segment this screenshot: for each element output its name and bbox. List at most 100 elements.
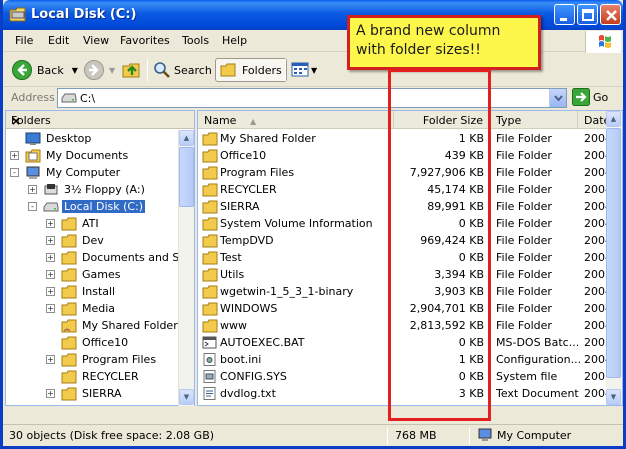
scroll-down-icon[interactable]: ▼ [179, 389, 194, 405]
tree-item[interactable]: My Shared Folder [46, 317, 178, 334]
tree-item[interactable]: + ATI [46, 215, 101, 232]
tree-item[interactable]: + Games [46, 266, 122, 283]
forward-dropdown-icon[interactable]: ▼ [109, 66, 115, 75]
tree-item-label: Install [82, 285, 116, 298]
maximize-button[interactable] [577, 4, 598, 25]
folders-button[interactable]: Folders [215, 58, 287, 82]
go-button[interactable]: Go [572, 88, 608, 106]
tree-item[interactable]: - My Computer [10, 164, 122, 181]
file-name: SIERRA [220, 200, 260, 213]
file-name: System Volume Information [220, 217, 373, 230]
menu-edit[interactable]: Edit [48, 34, 69, 47]
collapse-icon[interactable]: - [28, 202, 37, 211]
window-title: Local Disk (C:) [31, 7, 137, 22]
my-computer-icon [478, 428, 492, 441]
file-type: File Folder [496, 149, 552, 162]
collapse-icon[interactable]: - [10, 168, 19, 177]
scroll-thumb[interactable] [606, 128, 621, 378]
address-bar: Address C:\ Go [3, 87, 623, 109]
tree-item[interactable]: Desktop [10, 130, 93, 147]
folder-icon [202, 166, 218, 180]
folder-icon [61, 217, 77, 231]
views-dropdown-icon[interactable]: ▼ [311, 66, 317, 75]
tree-item-label: My Shared Folder [82, 319, 178, 332]
expand-icon[interactable]: + [46, 253, 55, 262]
folder-icon [61, 251, 77, 265]
expand-icon[interactable]: + [46, 287, 55, 296]
scroll-up-icon[interactable]: ▲ [179, 130, 194, 146]
folder-icon [202, 302, 218, 316]
search-button[interactable]: Search [153, 58, 212, 82]
views-button[interactable]: ▼ [291, 58, 317, 82]
drive-icon [61, 93, 77, 103]
folder-icon [61, 234, 77, 248]
shared-folder-icon [61, 319, 77, 333]
expand-icon[interactable]: + [46, 389, 55, 398]
folder-icon [202, 183, 218, 197]
file-name: TempDVD [220, 234, 274, 247]
expand-icon[interactable]: + [46, 270, 55, 279]
menu-favorites[interactable]: Favorites [120, 34, 170, 47]
scroll-up-icon[interactable]: ▲ [606, 111, 621, 127]
file-list-scrollbar[interactable]: ▲ ▼ [606, 111, 622, 405]
my-computer-icon [25, 166, 41, 180]
status-objects: 30 objects (Disk free space: 2.08 GB) [9, 429, 215, 442]
menu-help[interactable]: Help [222, 34, 247, 47]
floppy-icon [43, 183, 59, 197]
highlight-box [388, 69, 491, 421]
sort-up-icon: ▲ [249, 117, 257, 126]
minimize-button[interactable] [554, 4, 575, 25]
tree-item[interactable]: - Local Disk (C:) [28, 198, 146, 215]
expand-icon[interactable]: + [10, 151, 19, 160]
column-type[interactable]: Type [490, 111, 578, 129]
tree-item[interactable]: RECYCLER [46, 368, 141, 385]
menu-view[interactable]: View [83, 34, 109, 47]
tree-item-label: RECYCLER [82, 370, 139, 383]
back-dropdown-icon[interactable]: ▼ [72, 66, 78, 75]
column-name[interactable]: Name ▲ [198, 111, 394, 129]
back-button[interactable]: Back ▼ [11, 58, 78, 82]
tree-item-label: My Documents [46, 149, 129, 162]
batch-file-icon [202, 336, 217, 349]
scroll-thumb[interactable] [179, 147, 194, 207]
close-icon[interactable]: × [11, 114, 188, 128]
close-button[interactable] [600, 4, 621, 25]
file-type: File Folder [496, 234, 552, 247]
folder-icon [61, 353, 77, 367]
chevron-down-icon [554, 95, 563, 102]
file-type: File Folder [496, 302, 552, 315]
go-arrow-icon [572, 88, 590, 106]
tree-item-label: Dev [82, 234, 104, 247]
expand-icon[interactable]: + [46, 355, 55, 364]
address-dropdown-button[interactable] [549, 89, 566, 107]
tree-item[interactable]: + Program Files [46, 351, 158, 368]
tree-item[interactable]: + Media [46, 300, 117, 317]
tree-item[interactable]: +3½ Floppy (A:) [28, 181, 147, 198]
tree-item[interactable]: + Documents and Set [46, 249, 178, 266]
tree-item[interactable]: + Dev [46, 232, 106, 249]
file-name: Test [220, 251, 242, 264]
expand-icon[interactable]: + [46, 304, 55, 313]
folder-tree-scrollbar[interactable]: ▲ ▼ [178, 130, 194, 406]
expand-icon[interactable]: + [46, 236, 55, 245]
folder-icon [61, 285, 77, 299]
folders-icon [220, 63, 236, 77]
menu-tools[interactable]: Tools [182, 34, 209, 47]
expand-icon[interactable]: + [28, 185, 37, 194]
annotation-line-2: with folder sizes!! [356, 42, 481, 58]
folder-icon [61, 370, 77, 384]
menu-file[interactable]: File [15, 34, 33, 47]
tree-item[interactable]: Office10 [46, 334, 130, 351]
folder-icon [61, 387, 77, 401]
scroll-down-icon[interactable]: ▼ [606, 389, 621, 405]
tree-item-label: Office10 [82, 336, 129, 349]
forward-button[interactable]: ▼ [83, 58, 115, 82]
tree-item[interactable]: + My Documents [10, 147, 130, 164]
tree-item[interactable]: + Install [46, 283, 117, 300]
hard-disk-icon [43, 200, 59, 214]
forward-arrow-icon [84, 60, 104, 80]
address-value: C:\ [80, 92, 96, 105]
tree-item[interactable]: + SIERRA [46, 385, 124, 402]
expand-icon[interactable]: + [46, 219, 55, 228]
up-folder-button[interactable] [122, 58, 142, 82]
